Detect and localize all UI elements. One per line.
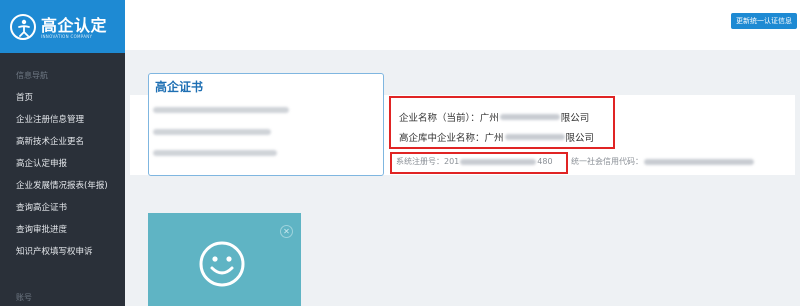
nav-section-label: 信息导航 (16, 71, 48, 80)
top-bar: 更新统一认证信息 (125, 0, 800, 50)
update-unified-auth-button[interactable]: 更新统一认证信息 (731, 13, 797, 29)
certificate-card[interactable]: 高企证书 (148, 73, 384, 176)
nav-item-home[interactable]: 首页 (0, 87, 125, 109)
redacted-text (153, 150, 277, 156)
nav-item-rename[interactable]: 高新技术企业更名 (0, 131, 125, 153)
sidebar: 高企认定 INNOVATION COMPANY 信息导航 首页 企业注册信息管理… (0, 0, 125, 306)
brand-logo-bar[interactable]: 高企认定 INNOVATION COMPANY (0, 0, 125, 53)
highlight-box (389, 96, 615, 149)
person-logo-icon (10, 14, 36, 40)
certificate-tile[interactable]: ✕ (148, 213, 301, 306)
credit-code: 统一社会信用代码： (571, 156, 755, 167)
credit-code-label: 统一社会信用代码： (571, 157, 643, 166)
redacted-text (153, 107, 289, 113)
close-circle-icon[interactable]: ✕ (280, 225, 293, 238)
nav-list: 首页 企业注册信息管理 高新技术企业更名 高企认定申报 企业发展情况报表(年报)… (0, 87, 125, 263)
nav-item-application[interactable]: 高企认定申报 (0, 153, 125, 175)
nav-item-annual-report[interactable]: 企业发展情况报表(年报) (0, 175, 125, 197)
redacted-text (153, 129, 271, 135)
brand-subtitle: INNOVATION COMPANY (41, 34, 93, 39)
nav-footer-label: 账号 (16, 293, 32, 302)
nav-item-progress-query[interactable]: 查询审批进度 (0, 219, 125, 241)
brand-title: 高企认定 (41, 16, 108, 35)
nav-item-registration[interactable]: 企业注册信息管理 (0, 109, 125, 131)
highlight-box (390, 152, 568, 174)
certificate-title: 高企证书 (155, 80, 204, 94)
nav-item-ip-appeal[interactable]: 知识产权填写权申诉 (0, 241, 125, 263)
smiley-icon (198, 240, 246, 292)
redacted-text (644, 158, 754, 165)
nav-item-certificate-query[interactable]: 查询高企证书 (0, 197, 125, 219)
